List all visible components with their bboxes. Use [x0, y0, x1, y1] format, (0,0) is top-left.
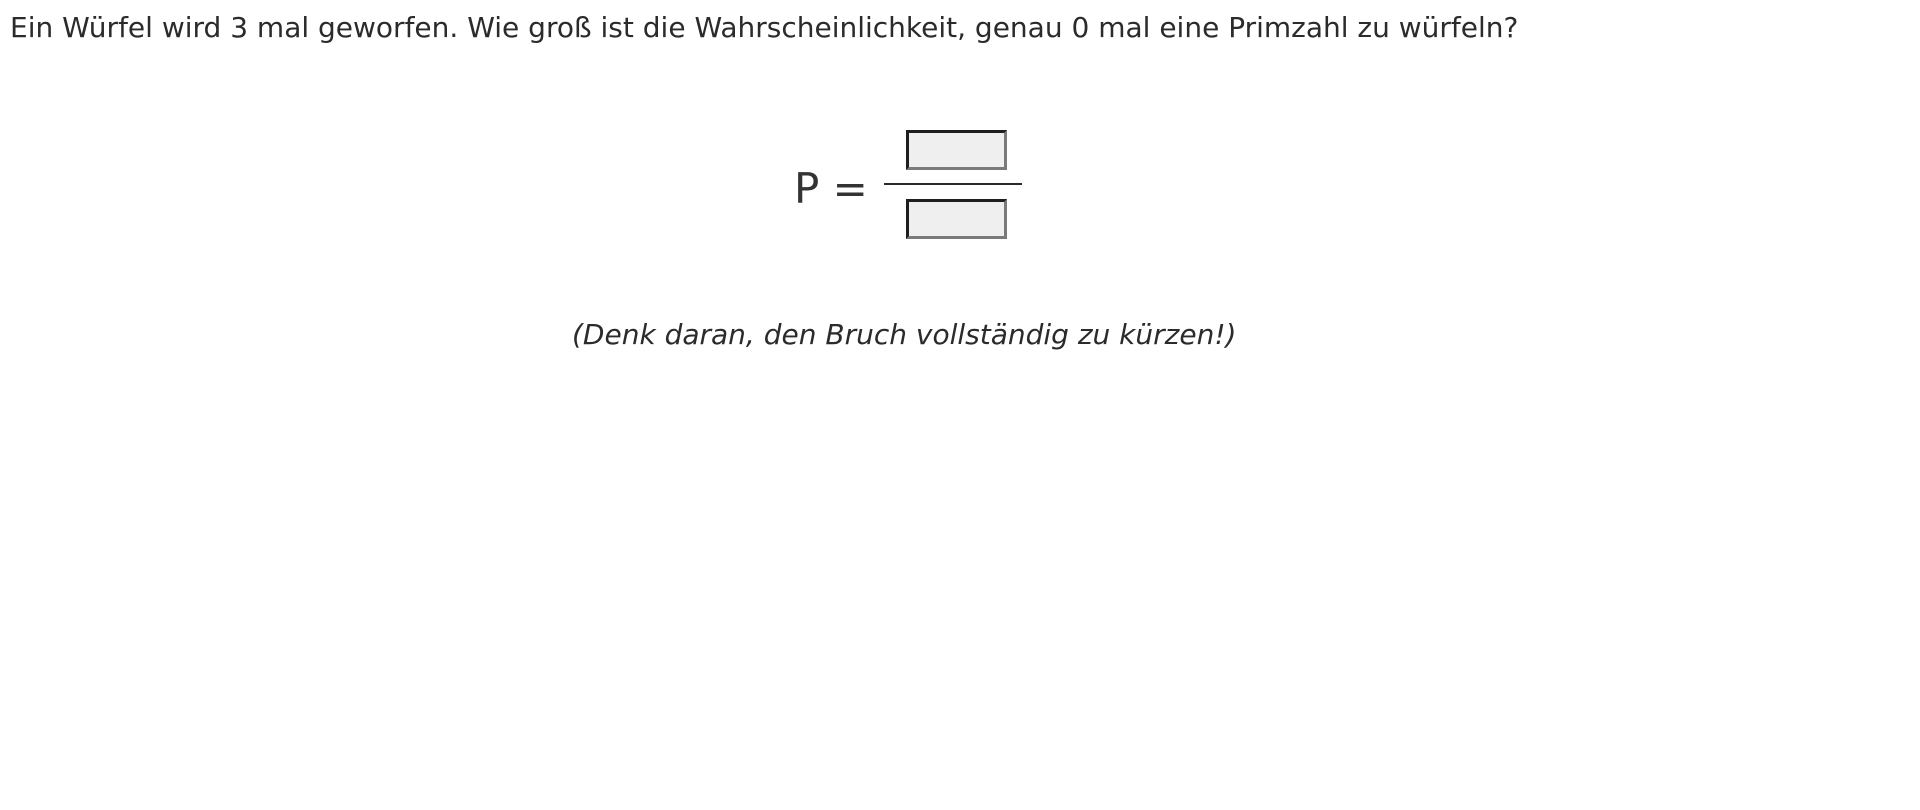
- fraction-bar: [884, 183, 1022, 185]
- probability-equation: P =: [794, 128, 1034, 248]
- numerator-input[interactable]: [906, 130, 1007, 170]
- hint-text: (Denk daran, den Bruch vollständig zu kü…: [572, 318, 1237, 351]
- fraction: [884, 128, 1022, 244]
- denominator-input[interactable]: [906, 199, 1007, 239]
- equation-lhs: P =: [794, 164, 868, 213]
- question-text: Ein Würfel wird 3 mal geworfen. Wie groß…: [10, 11, 1519, 44]
